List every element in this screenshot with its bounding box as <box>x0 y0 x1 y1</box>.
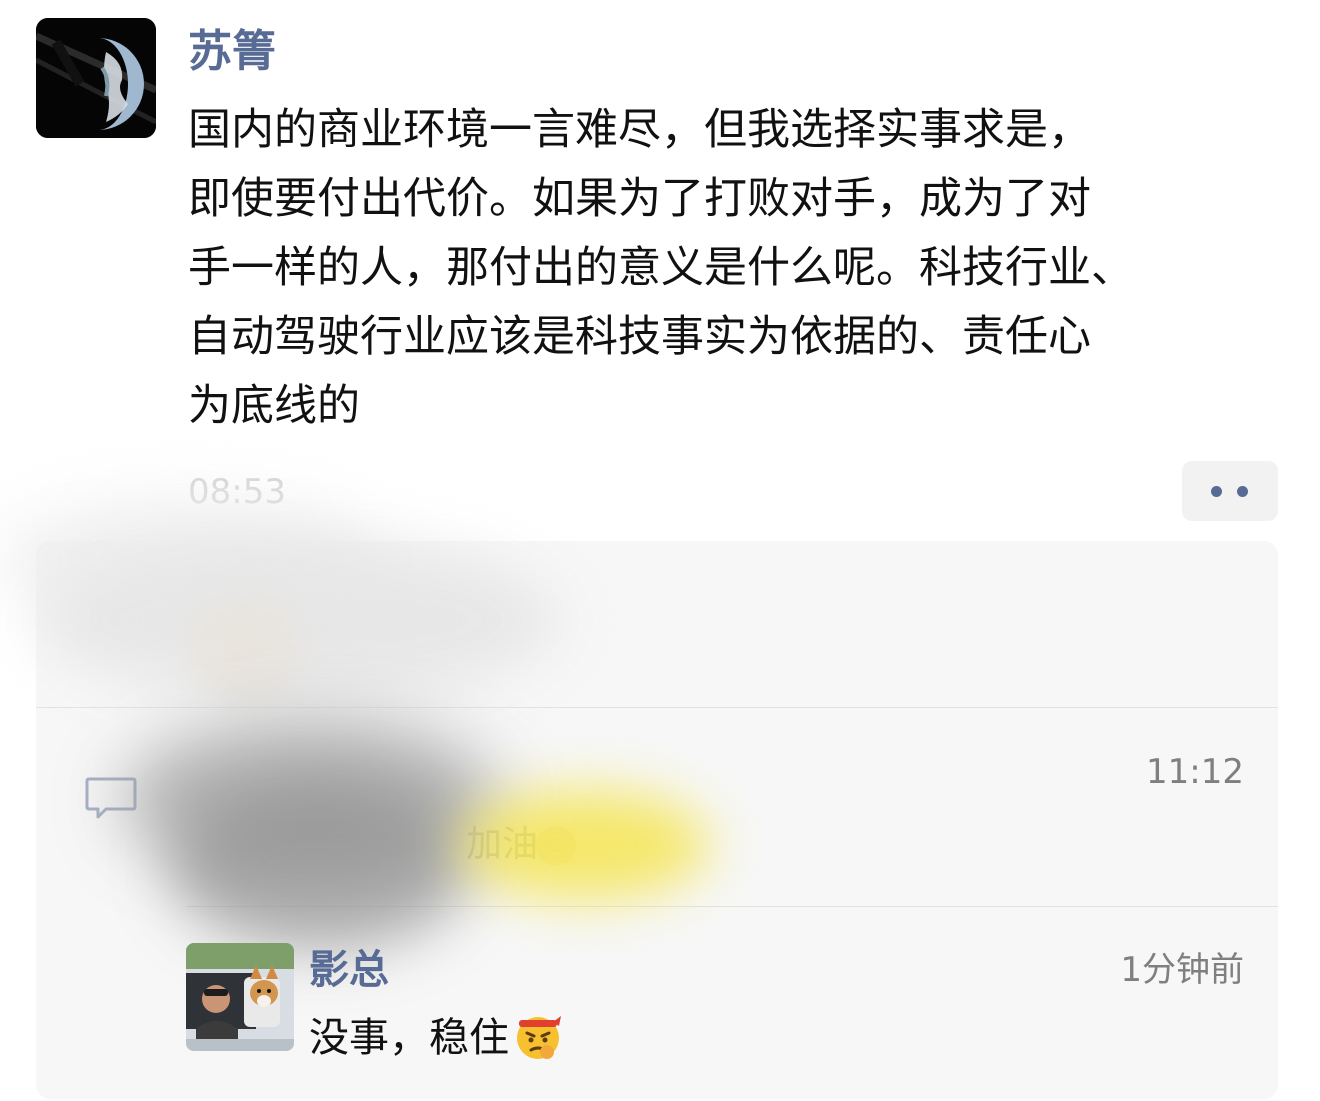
redaction-smudge <box>170 780 470 950</box>
corgi-car-avatar-icon <box>186 943 294 1051</box>
more-dots-icon <box>1211 486 1222 497</box>
post-text-line: 自动驾驶行业应该是科技事实为依据的、责任心 <box>188 312 1091 362</box>
reply-message: 没事，稳住 <box>309 1010 563 1066</box>
more-actions-button[interactable] <box>1182 461 1278 521</box>
more-dots-icon <box>1237 486 1248 497</box>
reply-text: 没事，稳住 <box>309 1015 509 1061</box>
author-name[interactable]: 苏箐 <box>188 24 276 80</box>
earth-avatar-icon <box>36 18 156 138</box>
post-text: 国内的商业环境一言难尽，但我选择实事求是， 即使要付出代价。如果为了打败对手，成… <box>188 96 1288 441</box>
redaction-smudge <box>40 540 560 700</box>
redaction-smudge <box>190 600 300 700</box>
post-text-line: 即使要付出代价。如果为了打败对手，成为了对 <box>188 174 1091 224</box>
reply-timestamp: 1分钟前 <box>1120 950 1244 990</box>
author-avatar[interactable] <box>36 18 156 138</box>
post-text-line: 为底线的 <box>188 381 360 431</box>
determined-face-emoji-icon <box>517 1016 561 1059</box>
panel-divider <box>36 707 1278 708</box>
comment-timestamp: 11:12 <box>1146 752 1244 792</box>
post-text-line: 手一样的人，那付出的意义是什么呢。科技行业、 <box>188 243 1134 293</box>
post-text-line: 国内的商业环境一言难尽，但我选择实事求是， <box>188 105 1091 155</box>
redaction-smudge <box>460 790 710 900</box>
reply-author-name[interactable]: 影总 <box>309 944 389 996</box>
reply-avatar[interactable] <box>186 943 294 1051</box>
